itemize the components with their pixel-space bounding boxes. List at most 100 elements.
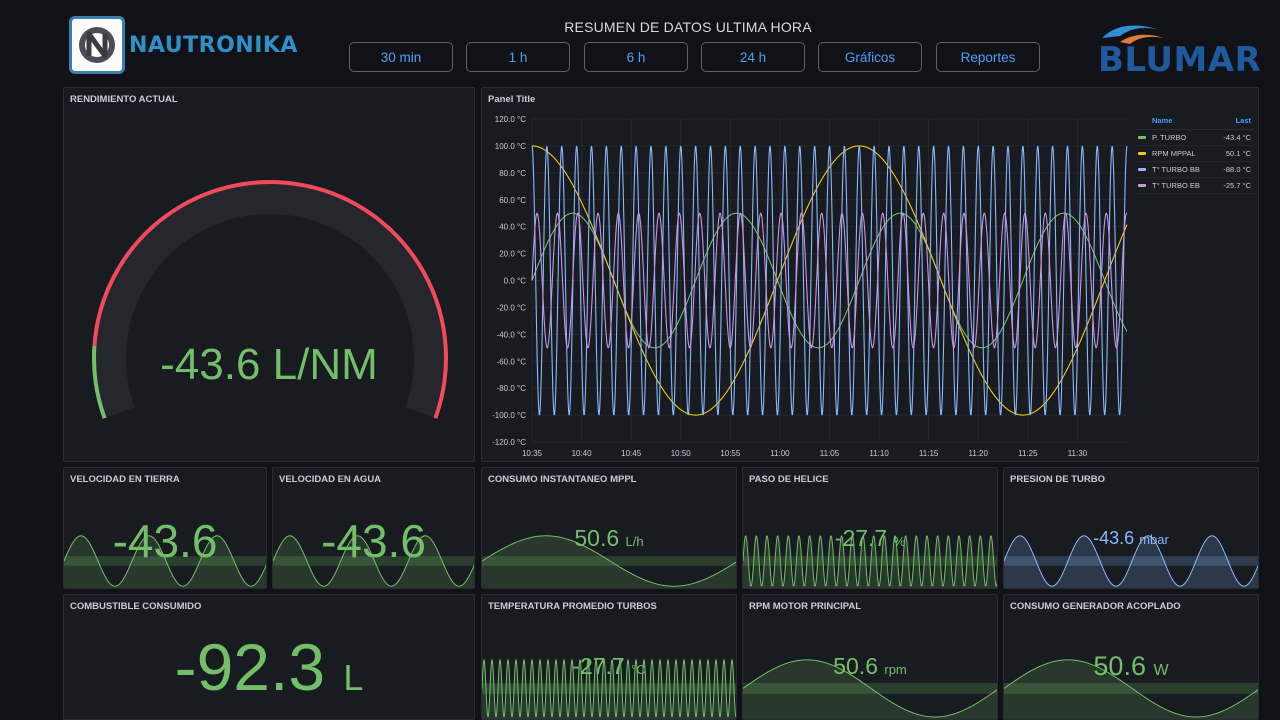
x-tick-label: 10:35	[522, 449, 543, 458]
stat-velocidad-agua: VELOCIDAD EN AGUA -43.6	[272, 467, 475, 589]
legend-item-turbo-eb[interactable]: T° TURBO EB -25.7 °C	[1136, 178, 1254, 194]
stat-number: 50.6	[1093, 651, 1146, 681]
stat-unit: L/h	[625, 534, 644, 549]
stat-value: -27.7 °C	[482, 653, 736, 680]
stat-title: CONSUMO INSTANTANEO MPPL	[488, 474, 637, 485]
legend-swatch	[1138, 152, 1146, 155]
legend-name: RPM MPPAL	[1152, 149, 1196, 158]
legend-header-name: Name	[1152, 116, 1173, 125]
legend-swatch	[1138, 136, 1146, 139]
page-title: RESUMEN DE DATOS ULTIMA HORA	[564, 19, 812, 35]
stat-number: -92.3	[174, 630, 326, 704]
x-tick-label: 11:25	[1018, 449, 1038, 458]
stat-velocidad-tierra: VELOCIDAD EN TIERRA -43.6	[63, 467, 267, 589]
stat-number: -43.6	[112, 515, 218, 567]
legend-header-last: Last	[1235, 116, 1251, 125]
dashboard-header: NAUTRONIKA RESUMEN DE DATOS ULTIMA HORA …	[0, 0, 1280, 84]
legend-item-p-turbo[interactable]: P. TURBO -43.4 °C	[1136, 130, 1254, 146]
stat-number: 50.6	[574, 525, 620, 551]
y-tick-label: 60.0 °C	[499, 196, 526, 205]
x-tick-label: 11:05	[820, 449, 840, 458]
stat-consumo-generador: CONSUMO GENERADOR ACOPLADO 50.6 W	[1003, 594, 1259, 720]
timeseries-panel: Panel Title 120.0 °C 100.0 °C 80.0 °C 60.0 …	[481, 87, 1259, 462]
gauge-value: -43.6 L/NM	[160, 340, 378, 389]
stat-presion-turbo: PRESION DE TURBO -43.6 mbar	[1003, 467, 1259, 589]
nautronika-logo-icon	[69, 16, 125, 74]
stat-value: 50.6 rpm	[743, 653, 997, 680]
range-24h-button[interactable]: 24 h	[701, 42, 805, 72]
legend-name: P. TURBO	[1152, 133, 1187, 142]
y-tick-label: 0.0 °C	[504, 277, 527, 286]
x-tick-label: 10:45	[621, 449, 642, 458]
legend-last: -88.0 °C	[1223, 165, 1251, 174]
stat-temperatura-turbos: TEMPERATURA PROMEDIO TURBOS -27.7 °C	[481, 594, 737, 720]
stat-value: 50.6 W	[1004, 651, 1258, 682]
y-tick-label: 100.0 °C	[495, 142, 526, 151]
y-tick-label: 20.0 °C	[499, 250, 526, 259]
stat-title: PRESION DE TURBO	[1010, 474, 1106, 485]
x-tick-label: 10:50	[671, 449, 692, 458]
y-tick-label: -40.0 °C	[497, 330, 527, 339]
legend-swatch	[1138, 168, 1146, 171]
stat-value: 50.6 L/h	[482, 525, 736, 552]
legend-swatch	[1138, 184, 1146, 187]
y-tick-label: 40.0 °C	[499, 223, 526, 232]
legend-item-rpm-mppal[interactable]: RPM MPPAL 50.1 °C	[1136, 146, 1254, 162]
stat-value: -43.6	[64, 514, 266, 568]
y-tick-label: -120.0 °C	[492, 438, 526, 447]
legend-header: Name Last	[1136, 116, 1254, 130]
timeseries-chart: 120.0 °C 100.0 °C 80.0 °C 60.0 °C 40.0 °C 20.…	[492, 115, 1128, 458]
y-tick-label: -60.0 °C	[497, 357, 527, 366]
stat-unit: W	[1153, 662, 1169, 679]
x-tick-label: 11:20	[969, 449, 989, 458]
x-tick-label: 11:00	[770, 449, 790, 458]
y-tick-label: -20.0 °C	[497, 303, 527, 312]
stat-title: VELOCIDAD EN TIERRA	[70, 474, 180, 485]
y-tick-label: 80.0 °C	[499, 169, 526, 178]
range-30min-button[interactable]: 30 min	[349, 42, 453, 72]
stat-number: -27.7	[834, 525, 888, 551]
legend-item-turbo-bb[interactable]: T° TURBO BB -88.0 °C	[1136, 162, 1254, 178]
x-tick-label: 10:55	[720, 449, 741, 458]
x-tick-label: 10:40	[572, 449, 593, 458]
stat-value: -27.7 %	[743, 525, 997, 552]
legend-last: -25.7 °C	[1223, 181, 1251, 190]
stat-combustible-consumido: COMBUSTIBLE CONSUMIDO -92.3 L	[63, 594, 475, 720]
x-tick-label: 11:15	[919, 449, 939, 458]
stat-value: -43.6 mbar	[1004, 528, 1258, 549]
x-tick-label: 11:10	[869, 449, 889, 458]
stat-paso-helice: PASO DE HELICE -27.7 %	[742, 467, 998, 589]
stat-title: TEMPERATURA PROMEDIO TURBOS	[488, 601, 657, 612]
gauge-panel: RENDIMIENTO ACTUAL -43.6 L/NM	[63, 87, 475, 462]
legend-name: T° TURBO EB	[1152, 181, 1200, 190]
range-1h-button[interactable]: 1 h	[466, 42, 570, 72]
nautronika-wordmark: NAUTRONIKA	[129, 32, 298, 58]
stat-consumo-instantaneo: CONSUMO INSTANTANEO MPPL 50.6 L/h	[481, 467, 737, 589]
graficos-button[interactable]: Gráficos	[818, 42, 922, 72]
reportes-button[interactable]: Reportes	[936, 42, 1040, 72]
y-tick-label: -80.0 °C	[497, 384, 527, 393]
y-tick-label: -100.0 °C	[492, 411, 526, 420]
stat-number: -27.7	[572, 653, 625, 679]
stat-number: -43.6	[1093, 528, 1135, 548]
stat-rpm-motor: RPM MOTOR PRINCIPAL 50.6 rpm	[742, 594, 998, 720]
chart-legend: Name Last P. TURBO -43.4 °C RPM MPPAL 50…	[1136, 116, 1254, 194]
stat-unit: °C	[631, 662, 646, 677]
x-tick-label: 11:30	[1068, 449, 1088, 458]
stat-unit: rpm	[884, 662, 907, 677]
stat-unit: L	[343, 657, 364, 698]
blumar-wordmark: BLUMAR	[1098, 40, 1262, 80]
stat-title: CONSUMO GENERADOR ACOPLADO	[1010, 601, 1181, 612]
stat-title: PASO DE HELICE	[749, 474, 829, 485]
stat-unit: %	[893, 534, 906, 549]
gauge-dial	[92, 180, 448, 419]
stat-number: -43.6	[321, 515, 426, 567]
stat-number: 50.6	[833, 653, 878, 679]
stat-title: RPM MOTOR PRINCIPAL	[749, 601, 862, 612]
stat-value: -92.3 L	[64, 629, 474, 705]
stat-value: -43.6	[273, 514, 474, 568]
nautronika-logo: NAUTRONIKA	[69, 16, 298, 74]
y-tick-label: 120.0 °C	[495, 115, 526, 124]
legend-last: -43.4 °C	[1223, 133, 1251, 142]
range-6h-button[interactable]: 6 h	[584, 42, 688, 72]
